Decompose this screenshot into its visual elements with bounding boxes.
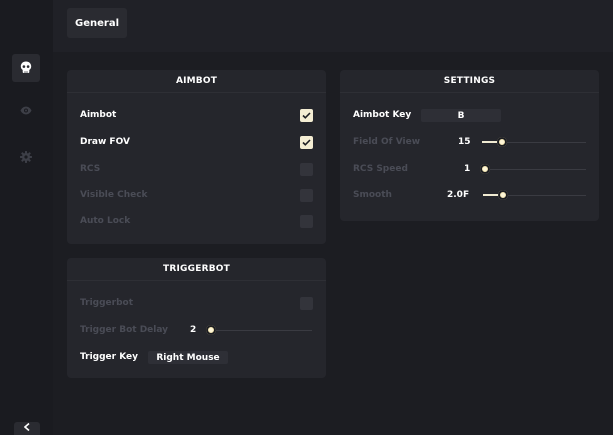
trigger-key-label: Trigger Key [80, 352, 139, 362]
visible-check-label: Visible Check [80, 190, 148, 200]
tab-general-label: General [75, 17, 119, 29]
aimbot-key-label: Aimbot Key [353, 110, 412, 120]
slider-thumb[interactable] [498, 190, 508, 200]
field-of-view-label: Field Of View [353, 137, 421, 147]
trigger-bot-delay-label: Trigger Bot Delay [80, 325, 169, 335]
slider-thumb[interactable] [206, 325, 216, 335]
slider-track [211, 330, 312, 331]
skull-icon [20, 59, 32, 78]
smooth-label: Smooth [353, 190, 392, 200]
divider [340, 92, 599, 93]
trigger-bot-delay-value: 2 [190, 325, 197, 335]
rcs-checkbox[interactable] [300, 163, 313, 176]
settings-panel: SETTINGS Aimbot Key B Field Of View 15 R… [340, 70, 599, 221]
settings-panel-title: SETTINGS [443, 76, 496, 86]
slider-track [486, 169, 586, 170]
chevron-left-icon [23, 422, 30, 434]
triggerbot-panel: TRIGGERBOT Triggerbot Trigger Bot Delay … [67, 258, 326, 378]
tab-general[interactable]: General [67, 8, 127, 38]
visible-check-checkbox[interactable] [300, 189, 313, 202]
sidebar-gear-button[interactable] [12, 143, 40, 171]
eye-icon [20, 100, 32, 119]
aimbot-panel: AIMBOT Aimbot Draw FOV RCS Visible Check… [67, 70, 326, 244]
rcs-speed-value: 1 [464, 164, 471, 174]
slider-thumb[interactable] [497, 137, 507, 147]
trigger-key-selector[interactable]: Right Mouse [148, 351, 228, 364]
draw-fov-label: Draw FOV [80, 137, 130, 147]
auto-lock-checkbox[interactable] [300, 215, 313, 228]
aimbot-panel-title: AIMBOT [175, 76, 218, 86]
triggerbot-panel-title: TRIGGERBOT [163, 264, 230, 274]
triggerbot-label: Triggerbot [80, 298, 134, 308]
draw-fov-checkbox[interactable] [300, 136, 313, 149]
gear-icon [20, 148, 32, 167]
sidebar-eye-button[interactable] [12, 95, 40, 123]
collapse-sidebar-button[interactable] [14, 422, 40, 435]
smooth-value: 2.0F [447, 190, 470, 200]
divider [67, 280, 326, 281]
aimbot-key-selector[interactable]: B [421, 109, 501, 122]
field-of-view-value: 15 [458, 137, 471, 147]
aimbot-toggle-label: Aimbot [80, 110, 117, 120]
check-icon [302, 139, 311, 146]
sidebar-skull-button[interactable] [12, 54, 40, 82]
divider [67, 92, 326, 93]
top-bar [53, 0, 613, 52]
aimbot-checkbox[interactable] [300, 109, 313, 122]
slider-thumb[interactable] [480, 164, 490, 174]
rcs-speed-label: RCS Speed [353, 164, 408, 174]
check-icon [302, 112, 311, 119]
rcs-label: RCS [80, 164, 101, 174]
sidebar [0, 0, 53, 435]
auto-lock-label: Auto Lock [80, 216, 131, 226]
triggerbot-checkbox[interactable] [300, 297, 313, 310]
